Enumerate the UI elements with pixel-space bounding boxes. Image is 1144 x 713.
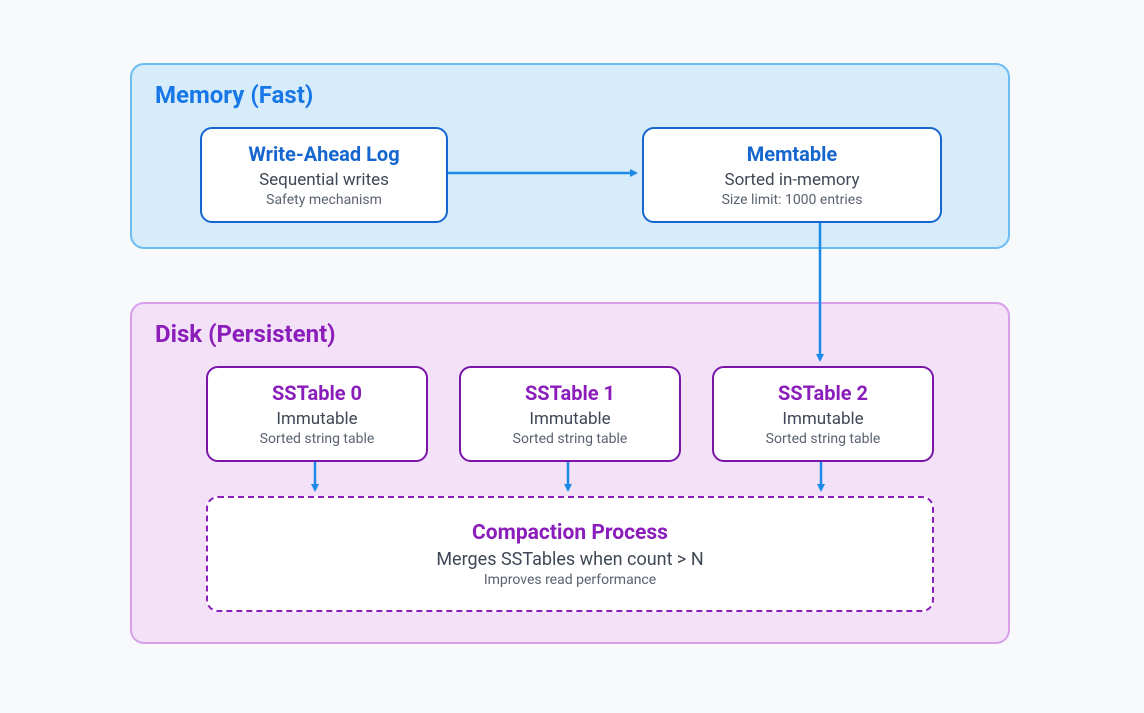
sstable-2-card: SSTable 2 Immutable Sorted string table (712, 366, 934, 462)
wal-sub: Sequential writes (259, 170, 389, 190)
wal-card: Write-Ahead Log Sequential writes Safety… (200, 127, 448, 223)
memtable-title: Memtable (747, 142, 837, 166)
sstable-0-small: Sorted string table (260, 431, 375, 447)
wal-title: Write-Ahead Log (248, 142, 399, 166)
sstable-2-title: SSTable 2 (778, 381, 868, 405)
sstable-0-card: SSTable 0 Immutable Sorted string table (206, 366, 428, 462)
sstable-1-card: SSTable 1 Immutable Sorted string table (459, 366, 681, 462)
disk-panel-title: Disk (Persistent) (155, 320, 336, 348)
sstable-0-title: SSTable 0 (272, 381, 362, 405)
disk-panel: Disk (Persistent) SSTable 0 Immutable So… (130, 302, 1010, 644)
wal-small: Safety mechanism (266, 192, 382, 208)
memtable-small: Size limit: 1000 entries (722, 192, 863, 208)
sstable-0-sub: Immutable (276, 409, 357, 429)
compaction-sub: Merges SSTables when count > N (436, 549, 703, 570)
memtable-card: Memtable Sorted in-memory Size limit: 10… (642, 127, 942, 223)
compaction-title: Compaction Process (472, 521, 668, 545)
compaction-card: Compaction Process Merges SSTables when … (206, 496, 934, 612)
sstable-1-small: Sorted string table (513, 431, 628, 447)
sstable-1-title: SSTable 1 (525, 381, 615, 405)
sstable-2-sub: Immutable (782, 409, 863, 429)
sstable-1-sub: Immutable (529, 409, 610, 429)
sstable-2-small: Sorted string table (766, 431, 881, 447)
memory-panel: Memory (Fast) Write-Ahead Log Sequential… (130, 63, 1010, 249)
compaction-small: Improves read performance (484, 572, 656, 588)
memory-panel-title: Memory (Fast) (155, 81, 313, 109)
memtable-sub: Sorted in-memory (724, 170, 859, 190)
